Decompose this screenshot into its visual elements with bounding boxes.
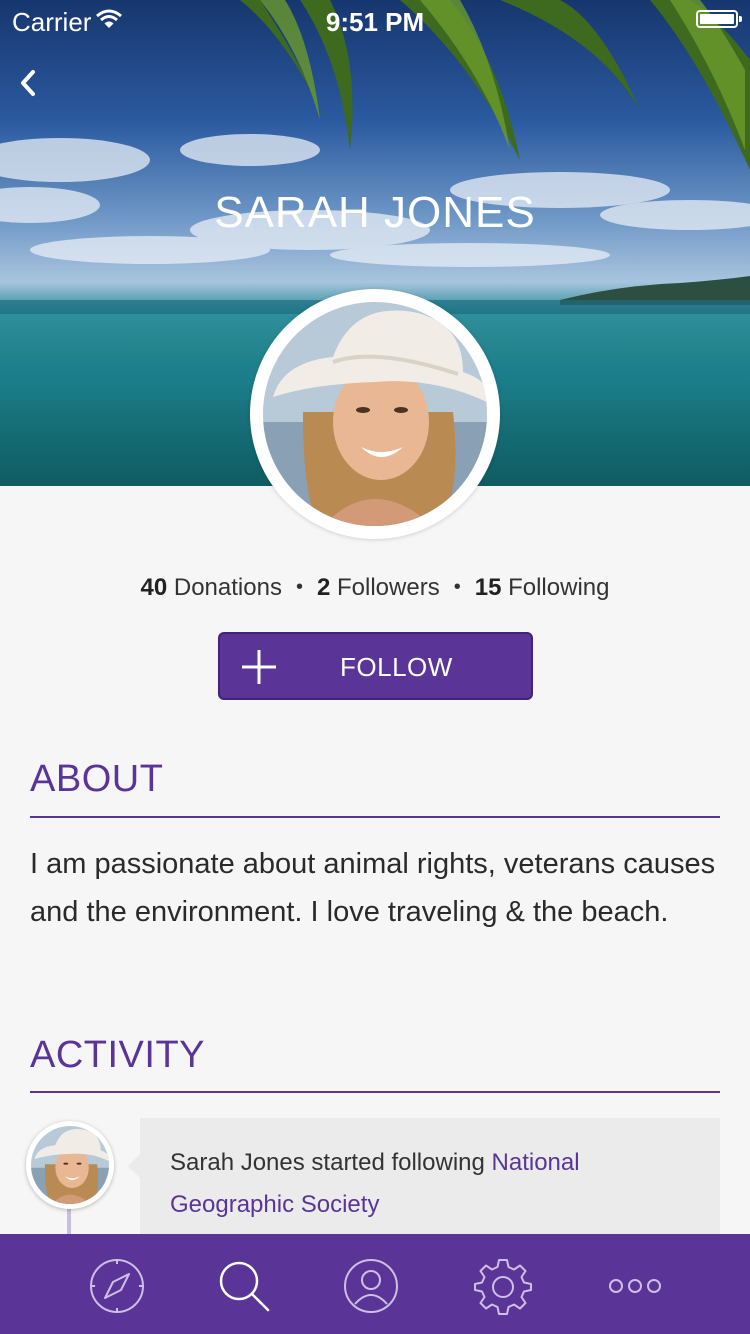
clock: 9:51 PM <box>325 7 425 37</box>
follow-button-label: FOLLOW <box>340 652 453 682</box>
about-divider <box>30 816 720 818</box>
followers-count: 2 <box>316 574 331 601</box>
compass-icon <box>90 1259 144 1313</box>
tab-profile[interactable] <box>341 1256 401 1316</box>
plus-icon <box>242 650 276 684</box>
following-label: Following <box>508 574 610 601</box>
search-icon <box>219 1261 270 1312</box>
stats-separator: • <box>453 576 461 598</box>
followers-label: Followers <box>337 574 440 601</box>
followers-stat[interactable]: 2 Followers <box>317 574 440 601</box>
following-count: 15 <box>474 574 502 601</box>
profile-name: SARAH JONES <box>214 188 536 237</box>
activity-text: Sarah Jones started following National G… <box>170 1142 670 1226</box>
tab-more[interactable] <box>605 1256 665 1316</box>
tab-explore[interactable] <box>87 1256 147 1316</box>
more-icon <box>609 1279 661 1293</box>
activity-avatar[interactable] <box>26 1121 114 1209</box>
profile-stats: 40 Donations • 2 Followers • 15 Following <box>0 574 750 602</box>
tab-settings[interactable] <box>473 1256 533 1316</box>
follow-button[interactable]: FOLLOW <box>218 632 533 700</box>
back-button[interactable] <box>14 66 44 100</box>
activity-description: Sarah Jones started following <box>170 1149 492 1176</box>
activity-divider <box>30 1091 720 1093</box>
donations-stat[interactable]: 40 Donations <box>141 574 282 601</box>
about-heading: ABOUT <box>30 758 164 800</box>
profile-icon <box>344 1259 398 1313</box>
activity-card[interactable]: Sarah Jones started following National G… <box>128 1118 720 1248</box>
avatar-photo <box>31 1126 109 1204</box>
donations-count: 40 <box>140 574 168 601</box>
tab-search[interactable] <box>214 1256 274 1316</box>
gear-icon <box>474 1259 532 1315</box>
stats-separator: • <box>295 576 303 598</box>
battery-icon <box>696 10 742 28</box>
profile-avatar <box>250 289 500 539</box>
chevron-left-icon <box>21 70 35 96</box>
donations-label: Donations <box>173 574 282 601</box>
activity-heading: ACTIVITY <box>30 1034 206 1076</box>
avatar-photo <box>263 302 487 526</box>
about-text: I am passionate about animal rights, vet… <box>30 848 716 928</box>
status-bar: Carrier 9:51 PM <box>0 0 750 40</box>
tab-bar <box>0 1234 750 1334</box>
following-stat[interactable]: 15 Following <box>475 574 610 601</box>
